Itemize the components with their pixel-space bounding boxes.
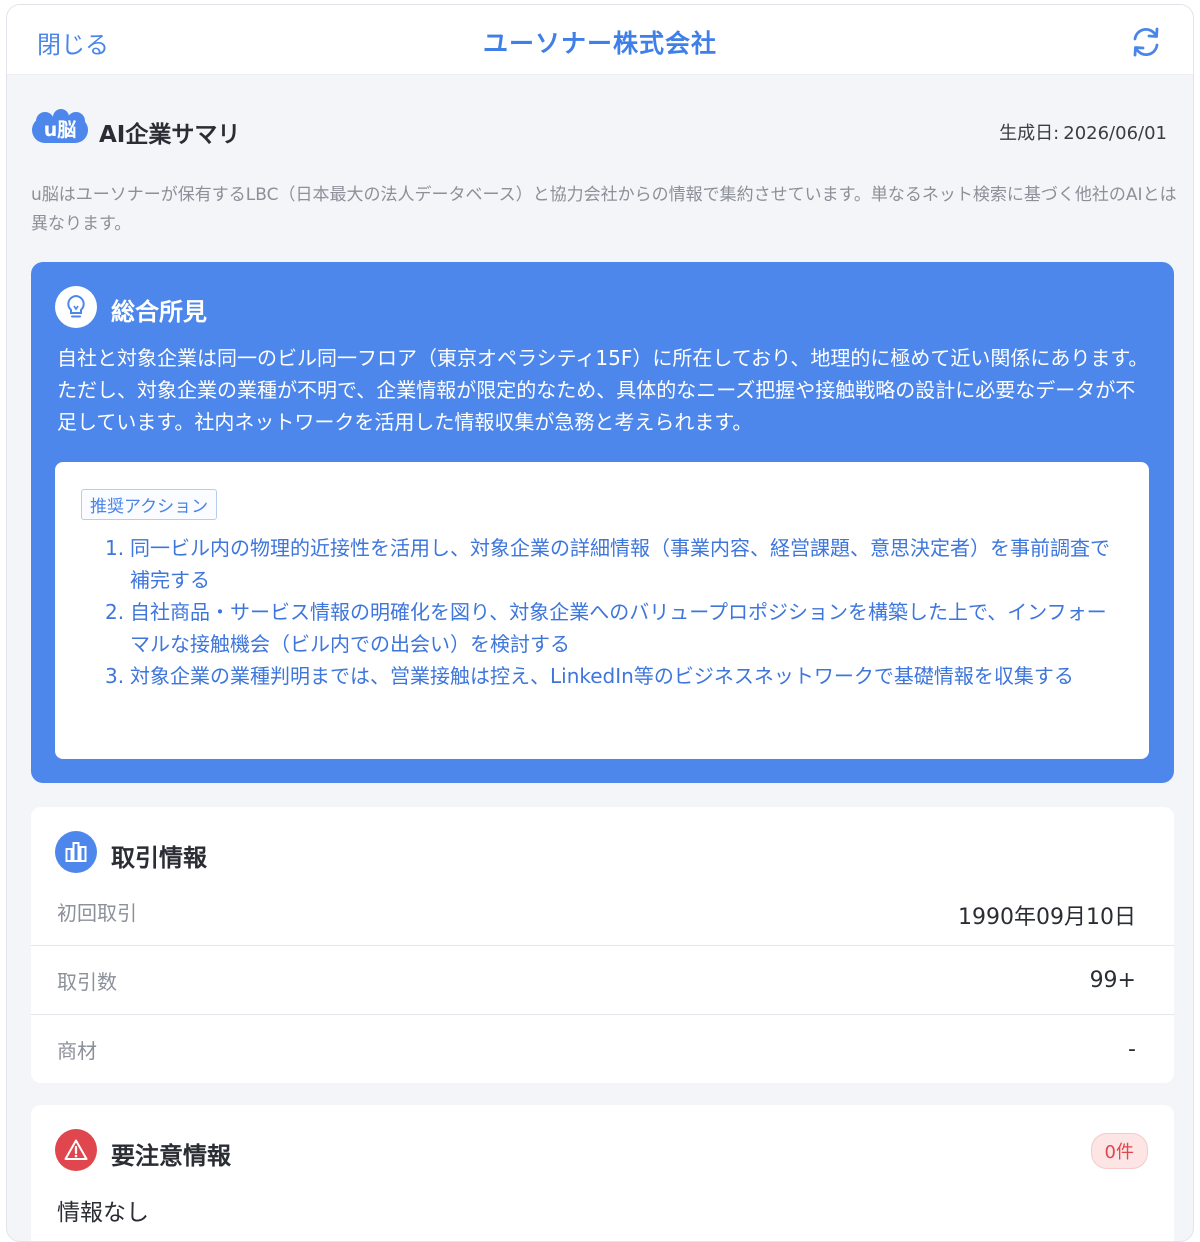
row-label: 取引数: [57, 970, 117, 994]
top-bar: 閉じる ユーソナー株式会社: [7, 5, 1193, 75]
deal-row-first-deal: 初回取引 1990年09月10日: [31, 877, 1174, 946]
action-item: 1. 同一ビル内の物理的近接性を活用し、対象企業の詳細情報（事業内容、経営課題、意…: [105, 536, 1110, 592]
app-window: 閉じる ユーソナー株式会社 u脳 AI企業サマリ 生成日:2026/06/01: [6, 4, 1194, 1242]
summary-header: u脳 AI企業サマリ 生成日: 2026/06/01: [31, 109, 1169, 149]
row-value: -: [1128, 1037, 1136, 1062]
row-value: 1990年09月10日: [958, 905, 1136, 930]
deal-info-title: 取引情報: [111, 844, 207, 872]
row-value: 99+: [1089, 968, 1136, 993]
brand-logo: u脳: [31, 109, 89, 145]
disclaimer-text: u脳はユーソナーが保有するLBC（日本最大の法人データベース）と協力会社からの情…: [31, 185, 1177, 234]
insight-body: 自社と対象企業は同一のビル同一フロア（東京オペラシティ15F）に所在しており、地…: [57, 346, 1149, 434]
caution-info-title: 要注意情報: [111, 1142, 231, 1170]
warning-icon: [55, 1129, 97, 1171]
bar-chart-icon: [55, 831, 97, 873]
company-title: ユーソナー株式会社: [482, 29, 717, 58]
refresh-icon[interactable]: [1129, 25, 1163, 59]
caution-empty-text: 情報なし: [57, 1200, 149, 1226]
generated-date-value: 2026/06/01: [1063, 123, 1167, 144]
generated-date-label: 生成日:: [999, 123, 1060, 144]
row-label: 初回取引: [57, 901, 137, 925]
action-item: 2. 自社商品・サービス情報の明確化を図り、対象企業へのバリュープロポジションを構…: [105, 600, 1107, 656]
deal-row-count: 取引数 99+: [31, 946, 1174, 1015]
svg-text:u脳: u脳: [44, 119, 77, 141]
overall-insight-card: 総合所見 自社と対象企業は同一のビル同一フロア（東京オペラシティ15F）に所在し…: [31, 262, 1174, 783]
insight-title: 総合所見: [111, 298, 207, 326]
deal-info-card: 取引情報 初回取引 1990年09月10日 取引数 99+ 商材 -: [31, 807, 1174, 1083]
generated-date: 生成日: 2026/06/01: [995, 119, 1167, 145]
recommended-actions-label: 推奨アクション: [81, 489, 218, 520]
caution-info-card: 要注意情報 0件 情報なし: [31, 1105, 1174, 1241]
row-label: 商材: [57, 1039, 97, 1063]
deal-row-product: 商材 -: [31, 1015, 1174, 1084]
recommended-actions-list: 1. 同一ビル内の物理的近接性を活用し、対象企業の詳細情報（事業内容、経営課題、意…: [105, 532, 1120, 692]
caution-count-badge: 0件: [1090, 1133, 1148, 1169]
action-item: 3. 対象企業の業種判明までは、営業接触は控え、LinkedIn等のビジネスネット…: [105, 664, 1074, 688]
recommended-actions-box: 推奨アクション 1. 同一ビル内の物理的近接性を活用し、対象企業の詳細情報（事業内…: [55, 462, 1149, 759]
summary-title: AI企業サマリ: [99, 122, 241, 148]
lightbulb-icon: [55, 286, 97, 328]
